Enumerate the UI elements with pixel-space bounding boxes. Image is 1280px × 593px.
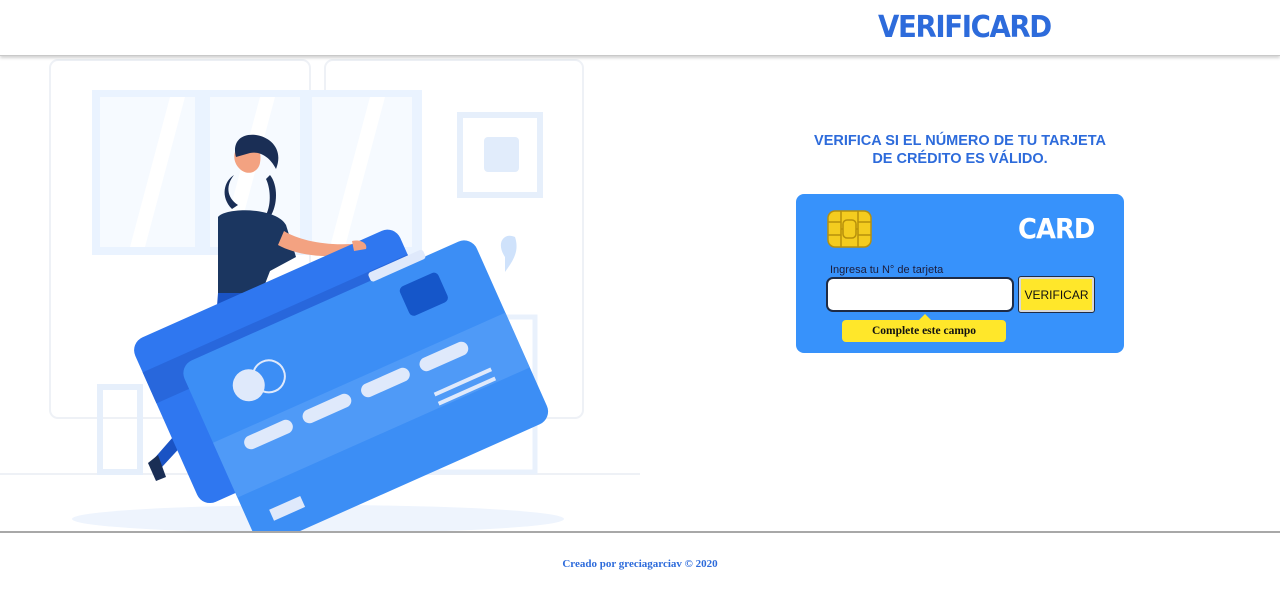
page-title: VERIFICA SI EL NÚMERO DE TU TARJETA DE C… bbox=[796, 132, 1124, 168]
credit-card-illustration bbox=[0, 59, 640, 532]
footer-divider bbox=[0, 531, 1280, 533]
verify-button[interactable]: VERIFICAR bbox=[1018, 276, 1095, 313]
sim-chip-icon bbox=[827, 210, 872, 248]
page-header: VERIFICARD bbox=[0, 0, 1280, 56]
validation-tooltip: Complete este campo bbox=[842, 320, 1006, 342]
title-line-2: DE CRÉDITO ES VÁLIDO. bbox=[872, 151, 1048, 167]
title-line-1: VERIFICA SI EL NÚMERO DE TU TARJETA bbox=[814, 133, 1106, 149]
card-verification-form: CARD Ingresa tu N° de tarjeta VERIFICAR … bbox=[796, 194, 1124, 353]
brand-logo: VERIFICARD bbox=[878, 10, 1052, 45]
card-number-input[interactable] bbox=[826, 277, 1014, 312]
card-number-label: Ingresa tu N° de tarjeta bbox=[830, 264, 944, 276]
card-label: CARD bbox=[1018, 212, 1095, 245]
footer-credit: Creado por greciagarciav © 2020 bbox=[562, 558, 718, 570]
